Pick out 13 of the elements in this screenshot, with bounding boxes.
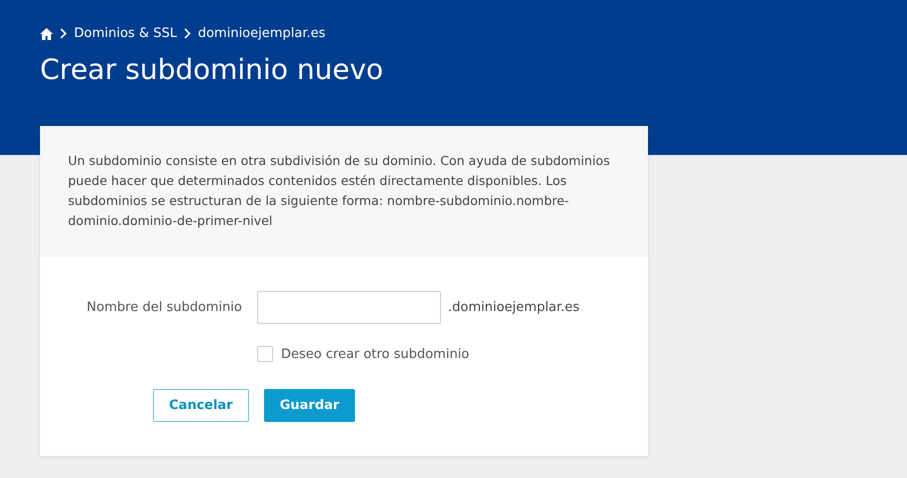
cancel-button[interactable]: Cancelar (153, 389, 249, 422)
breadcrumb-link[interactable]: dominioejemplar.es (198, 26, 326, 41)
checkbox[interactable] (257, 346, 273, 362)
chevron-icon (184, 28, 191, 39)
breadcrumb-link[interactable]: Dominios & SSL (74, 26, 177, 41)
home-icon[interactable] (40, 28, 53, 40)
subdomain-input[interactable] (257, 291, 441, 324)
page-title: Crear subdominio nuevo (40, 53, 384, 86)
chevron-icon (60, 28, 67, 39)
checkbox-label: Deseo crear otro subdominio (281, 346, 470, 362)
domain-suffix: .dominioejemplar.es (448, 300, 581, 315)
intro-text: Un subdominio consiste en otra subdivisión de su dominio. Con ayuda de subdominios puede hacer que determinados contenidos estén directamente disponibles. Los subdominios se estructuran de la siguiente forma: nombre-subdominio.nombre-dominio.dominio-de-primer-nivel (40, 126, 648, 257)
field-label: Nombre del subdominio (86, 300, 242, 315)
